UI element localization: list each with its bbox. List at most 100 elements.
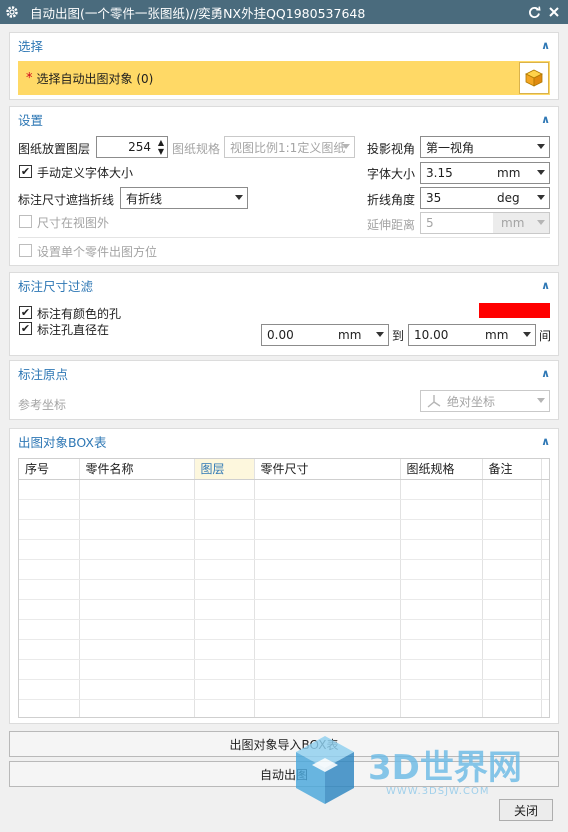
table-row[interactable]: [19, 679, 549, 700]
table-row[interactable]: [19, 639, 549, 660]
table-row[interactable]: [19, 599, 549, 620]
outside-view-label: 尺寸在视图外: [37, 216, 110, 230]
sheet-spec-select[interactable]: 视图比例1:1定义图纸: [224, 136, 355, 158]
max-diameter-input[interactable]: 10.00 mm: [408, 324, 536, 346]
ref-coord-select[interactable]: 绝对坐标: [420, 390, 550, 412]
custom-font-checkbox[interactable]: ✔: [19, 165, 32, 178]
projection-select[interactable]: 第一视角: [420, 136, 550, 158]
settings-panel-header[interactable]: 设置 ∧: [10, 107, 558, 131]
extend-value: 5: [426, 216, 434, 230]
table-row[interactable]: [19, 499, 549, 520]
table-cell: [194, 679, 255, 700]
table-cell: [194, 579, 255, 600]
auto-drawing-button[interactable]: 自动出图: [9, 761, 559, 787]
between-label: 间: [539, 329, 552, 343]
table-cell: [254, 679, 401, 700]
column-header[interactable]: 零件尺寸: [254, 459, 401, 480]
window-title: 自动出图(一个零件一张图纸)//奕勇NX外挂QQ1980537648: [30, 5, 366, 21]
box-table[interactable]: 序号 零件名称 图层 零件尺寸 图纸规格 备注: [18, 458, 550, 718]
coordinate-axes-icon: [427, 394, 441, 408]
chevron-down-icon: [537, 195, 545, 200]
sheet-spec-value: 视图比例1:1定义图纸: [230, 140, 346, 155]
extend-input[interactable]: 5 mm: [420, 212, 550, 234]
colored-hole-label: 标注有颜色的孔: [37, 307, 122, 321]
table-cell: [194, 619, 255, 640]
table-cell: [19, 559, 80, 580]
box-table-panel-title: 出图对象BOX表: [18, 434, 107, 450]
table-cell: [79, 579, 195, 600]
column-header-filler: [541, 459, 549, 480]
chevron-up-icon[interactable]: ∧: [541, 435, 550, 448]
single-orient-checkbox[interactable]: [19, 244, 32, 257]
close-button[interactable]: 关闭: [499, 799, 553, 821]
dim-break-select[interactable]: 有折线: [120, 187, 248, 209]
select-object-label: 选择自动出图对象 (0): [36, 71, 154, 86]
title-bar: 自动出图(一个零件一张图纸)//奕勇NX外挂QQ1980537648: [0, 0, 568, 24]
table-row[interactable]: [19, 659, 549, 680]
chevron-up-icon[interactable]: ∧: [541, 367, 550, 380]
table-row[interactable]: [19, 539, 549, 560]
table-cell: [79, 499, 195, 520]
table-cell: [194, 519, 255, 540]
box-table-panel-header[interactable]: 出图对象BOX表 ∧: [10, 429, 558, 453]
fold-angle-input[interactable]: 35 deg: [420, 187, 550, 209]
table-cell: [19, 639, 80, 660]
table-cell: [194, 699, 255, 717]
min-diameter-input[interactable]: 0.00 mm: [261, 324, 389, 346]
hole-diameter-label: 标注孔直径在: [37, 323, 110, 337]
table-row[interactable]: [19, 619, 549, 640]
table-cell: [254, 479, 401, 500]
table-cell: [541, 599, 549, 620]
column-header[interactable]: 备注: [482, 459, 542, 480]
column-header[interactable]: 序号: [19, 459, 80, 480]
colored-hole-checkbox[interactable]: ✔: [19, 306, 32, 319]
close-icon[interactable]: [544, 0, 564, 24]
table-cell: [482, 479, 542, 500]
table-cell: [482, 539, 542, 560]
hole-color-swatch[interactable]: [479, 303, 550, 318]
table-cell: [400, 579, 483, 600]
table-cell: [194, 659, 255, 680]
extend-label: 延伸距离: [367, 218, 416, 232]
font-size-input[interactable]: 3.15 mm: [420, 162, 550, 184]
settings-panel-title: 设置: [18, 112, 44, 128]
table-cell: [541, 579, 549, 600]
column-header[interactable]: 图纸规格: [400, 459, 483, 480]
table-cell: [19, 519, 80, 540]
column-header[interactable]: 零件名称: [79, 459, 195, 480]
table-row[interactable]: [19, 519, 549, 540]
table-row[interactable]: [19, 699, 549, 717]
settings-panel: 设置 ∧ 图纸放置图层 254 ▲ ▼ 图纸规格 视图比例1:1定义图纸 投影视角…: [9, 106, 559, 266]
hole-diameter-checkbox[interactable]: ✔: [19, 322, 32, 335]
chevron-up-icon[interactable]: ∧: [541, 113, 550, 126]
select-panel-header[interactable]: 选择 ∧: [10, 33, 558, 57]
outside-view-checkbox[interactable]: [19, 215, 32, 228]
chevron-down-icon: [342, 144, 350, 149]
origin-panel-header[interactable]: 标注原点 ∧: [10, 361, 558, 385]
stepper-arrows-icon[interactable]: ▲ ▼: [158, 138, 164, 156]
chevron-up-icon[interactable]: ∧: [541, 39, 550, 52]
table-cell: [254, 619, 401, 640]
refresh-icon[interactable]: [524, 0, 544, 24]
fold-angle-value: 35: [426, 191, 442, 205]
filter-panel-header[interactable]: 标注尺寸过滤 ∧: [10, 273, 558, 297]
table-row[interactable]: [19, 479, 549, 500]
box-table-panel: 出图对象BOX表 ∧ 序号 零件名称 图层 零件尺寸 图纸规格 备注: [9, 428, 559, 724]
table-header-row: 序号 零件名称 图层 零件尺寸 图纸规格 备注: [19, 459, 549, 480]
chevron-up-icon[interactable]: ∧: [541, 279, 550, 292]
table-cell: [79, 699, 195, 717]
column-header-active[interactable]: 图层: [194, 459, 255, 480]
layer-stepper[interactable]: 254 ▲ ▼: [96, 136, 168, 158]
import-box-table-button[interactable]: 出图对象导入BOX表: [9, 731, 559, 757]
gear-icon[interactable]: [0, 0, 24, 24]
object-selector[interactable]: * 选择自动出图对象 (0): [18, 61, 550, 95]
table-row[interactable]: [19, 579, 549, 600]
dim-break-label: 标注尺寸遮挡折线: [18, 193, 115, 207]
table-cell: [19, 659, 80, 680]
chevron-down-icon: [523, 332, 531, 337]
cube-icon[interactable]: [519, 62, 549, 94]
min-diameter-value: 0.00: [267, 328, 294, 342]
custom-font-label: 手动定义字体大小: [37, 166, 134, 180]
table-row[interactable]: [19, 559, 549, 580]
table-cell: [19, 699, 80, 717]
